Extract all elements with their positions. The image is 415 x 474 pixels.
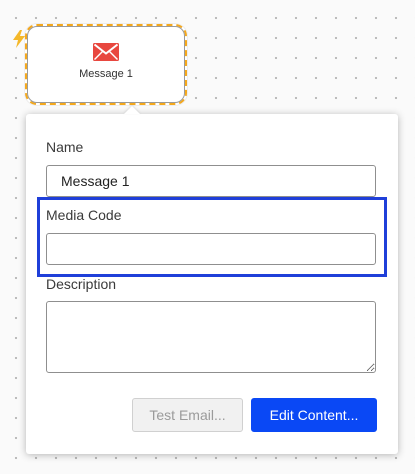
lightning-icon	[13, 30, 25, 48]
name-field[interactable]	[46, 165, 376, 197]
test-email-button[interactable]: Test Email...	[132, 398, 243, 432]
media-code-label: Media Code	[46, 207, 122, 223]
media-code-field[interactable]	[46, 233, 376, 265]
popover-arrow	[124, 106, 140, 114]
envelope-icon	[93, 43, 119, 61]
description-label: Description	[46, 276, 117, 292]
edit-content-button[interactable]: Edit Content...	[251, 398, 377, 432]
node-label: Message 1	[79, 68, 133, 80]
message-node[interactable]: Message 1	[25, 24, 187, 105]
description-field[interactable]	[46, 301, 376, 373]
name-label: Name	[46, 139, 84, 155]
